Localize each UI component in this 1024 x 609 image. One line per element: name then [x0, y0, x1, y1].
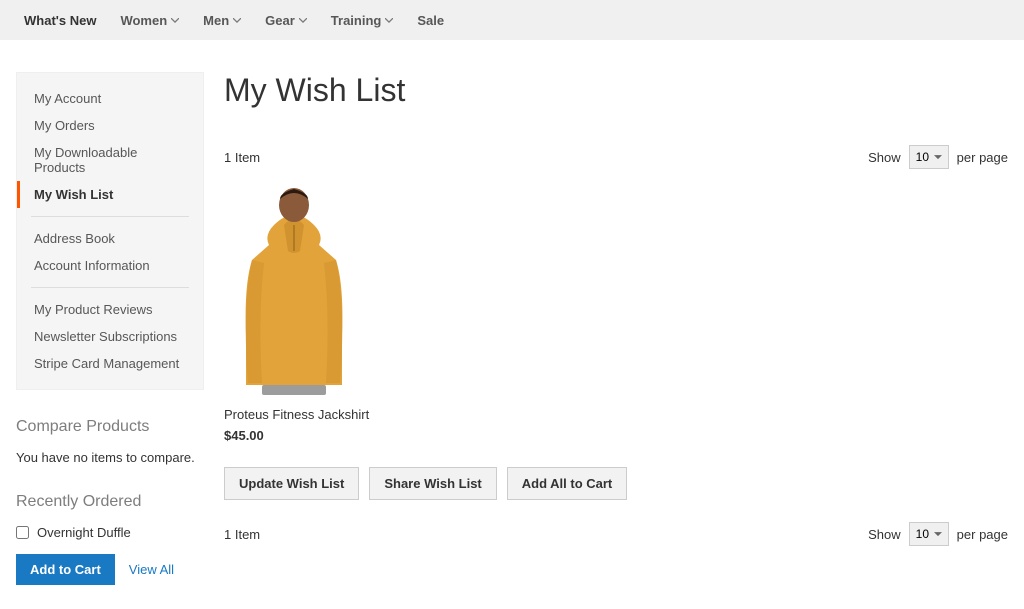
sidebar-item-downloadable[interactable]: My Downloadable Products: [17, 139, 203, 181]
sidebar: My Account My Orders My Downloadable Pro…: [16, 72, 204, 585]
divider: [31, 287, 189, 288]
chevron-down-icon: [299, 18, 307, 23]
sidebar-item-reviews[interactable]: My Product Reviews: [17, 296, 203, 323]
item-count: 1 Item: [224, 150, 260, 165]
nav-label: Women: [120, 13, 167, 28]
recent-item[interactable]: Overnight Duffle: [16, 525, 204, 540]
nav-label: What's New: [24, 13, 96, 28]
product-price: $45.00: [224, 428, 404, 443]
recent-checkbox[interactable]: [16, 526, 29, 539]
divider: [31, 216, 189, 217]
nav-gear[interactable]: Gear: [265, 13, 307, 28]
recent-item-label: Overnight Duffle: [37, 525, 131, 540]
nav-training[interactable]: Training: [331, 13, 394, 28]
product-name[interactable]: Proteus Fitness Jackshirt: [224, 407, 404, 422]
sidebar-item-account-info[interactable]: Account Information: [17, 252, 203, 279]
nav-label: Sale: [417, 13, 444, 28]
chevron-down-icon: [233, 18, 241, 23]
sidebar-item-my-orders[interactable]: My Orders: [17, 112, 203, 139]
show-label: Show: [868, 150, 901, 165]
limiter-select[interactable]: 10: [909, 522, 949, 546]
compare-title: Compare Products: [16, 418, 204, 436]
chevron-down-icon: [171, 18, 179, 23]
recently-ordered-title: Recently Ordered: [16, 493, 204, 511]
item-count: 1 Item: [224, 527, 260, 542]
nav-whats-new[interactable]: What's New: [24, 13, 96, 28]
sidebar-item-stripe[interactable]: Stripe Card Management: [17, 350, 203, 377]
sidebar-item-newsletter[interactable]: Newsletter Subscriptions: [17, 323, 203, 350]
nav-label: Men: [203, 13, 229, 28]
nav-label: Gear: [265, 13, 295, 28]
top-nav: What's New Women Men Gear Training Sale: [0, 0, 1024, 40]
toolbar-top: 1 Item Show 10 per page: [224, 145, 1008, 169]
nav-men[interactable]: Men: [203, 13, 241, 28]
wishlist-item[interactable]: Proteus Fitness Jackshirt $45.00: [224, 185, 404, 443]
nav-sale[interactable]: Sale: [417, 13, 444, 28]
view-all-link[interactable]: View All: [129, 562, 174, 577]
add-all-to-cart-button[interactable]: Add All to Cart: [507, 467, 628, 500]
sidebar-item-my-account[interactable]: My Account: [17, 85, 203, 112]
share-wishlist-button[interactable]: Share Wish List: [369, 467, 496, 500]
per-page-label: per page: [957, 150, 1008, 165]
recently-ordered-block: Recently Ordered Overnight Duffle Add to…: [16, 493, 204, 585]
main-content: My Wish List 1 Item Show 10 per page: [224, 72, 1008, 585]
page-title: My Wish List: [224, 72, 1008, 109]
sidebar-item-address-book[interactable]: Address Book: [17, 225, 203, 252]
add-to-cart-button[interactable]: Add to Cart: [16, 554, 115, 585]
chevron-down-icon: [385, 18, 393, 23]
show-label: Show: [868, 527, 901, 542]
toolbar-bottom: 1 Item Show 10 per page: [224, 522, 1008, 546]
nav-women[interactable]: Women: [120, 13, 179, 28]
wishlist-grid: Proteus Fitness Jackshirt $45.00: [224, 185, 1008, 443]
per-page-label: per page: [957, 527, 1008, 542]
wishlist-actions: Update Wish List Share Wish List Add All…: [224, 467, 1008, 500]
account-nav: My Account My Orders My Downloadable Pro…: [16, 72, 204, 390]
update-wishlist-button[interactable]: Update Wish List: [224, 467, 359, 500]
compare-block: Compare Products You have no items to co…: [16, 418, 204, 465]
limiter-select[interactable]: 10: [909, 145, 949, 169]
product-image[interactable]: [224, 185, 364, 395]
compare-empty: You have no items to compare.: [16, 450, 204, 465]
nav-label: Training: [331, 13, 382, 28]
sidebar-item-wishlist[interactable]: My Wish List: [17, 181, 203, 208]
